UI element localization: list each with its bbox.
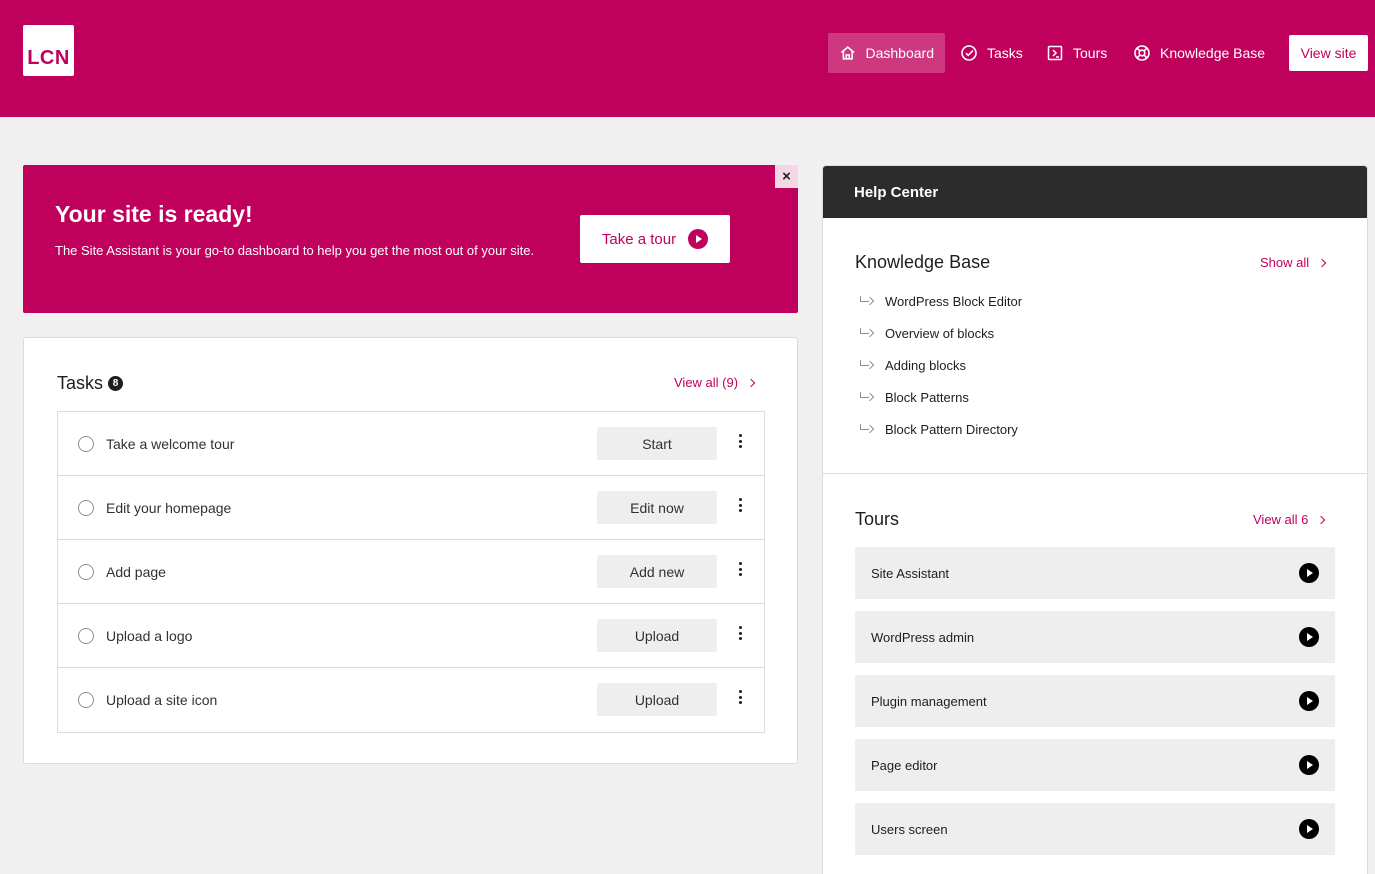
help-center-title: Help Center [823,166,1367,218]
kb-article-label: Block Pattern Directory [885,421,1018,437]
tour-label: Users screen [871,821,948,837]
task-checkbox[interactable] [78,564,94,580]
tour-label: WordPress admin [871,629,975,645]
task-row: Upload a site icon Upload [58,668,764,732]
return-arrow-icon [859,392,873,402]
task-label: Upload a logo [106,628,193,644]
task-label: Edit your homepage [106,500,232,516]
chevron-right-icon [1317,515,1326,524]
help-center-panel: Help Center Knowledge Base Show all Word… [822,165,1368,874]
tour-item[interactable]: WordPress admin [855,611,1335,663]
kb-article-label: WordPress Block Editor [885,293,1023,309]
home-icon [840,46,855,60]
tour-item[interactable]: Site Assistant [855,547,1335,599]
task-start-button[interactable]: Start [597,427,717,460]
play-circle-icon[interactable] [1299,627,1319,647]
task-upload-icon-button[interactable]: Upload [597,683,717,716]
tour-list: Site Assistant WordPress admin Plugin ma… [855,547,1335,867]
more-options-icon[interactable] [734,496,746,514]
kb-article-label: Adding blocks [885,357,966,373]
banner-text: The Site Assistant is your go-to dashboa… [55,243,535,258]
tour-item[interactable]: Plugin management [855,675,1335,727]
kb-article-link[interactable]: WordPress Block Editor [859,285,1022,317]
nav-tours[interactable]: Tours [1035,33,1118,73]
task-row: Add page Add new [58,540,764,604]
task-checkbox[interactable] [78,628,94,644]
task-list: Take a welcome tour Start Edit your home… [57,411,765,733]
nav-knowledge-base[interactable]: Knowledge Base [1122,33,1276,73]
chevron-right-icon [746,378,756,387]
banner-title: Your site is ready! [55,201,253,227]
play-circle-icon[interactable] [1299,819,1319,839]
tour-label: Plugin management [871,693,987,709]
nav-tours-label: Tours [1073,45,1108,61]
kb-article-link[interactable]: Adding blocks [859,349,1022,381]
site-logo[interactable]: LCN [23,25,74,76]
play-circle-icon[interactable] [1299,755,1319,775]
show-all-label: Show all [1260,255,1310,270]
play-circle-icon[interactable] [1299,563,1319,583]
view-site-button[interactable]: View site [1289,35,1368,71]
more-options-icon[interactable] [734,432,746,450]
welcome-banner: Your site is ready! The Site Assistant i… [23,165,798,313]
task-row: Edit your homepage Edit now [58,476,764,540]
tours-view-all-label: View all 6 [1253,512,1309,527]
task-checkbox[interactable] [78,436,94,452]
nav-dashboard-label: Dashboard [865,45,935,61]
tasks-view-all-link[interactable]: View all (9) [674,375,756,390]
play-circle-icon[interactable] [1299,691,1319,711]
kb-article-label: Overview of blocks [885,325,995,341]
task-label: Upload a site icon [106,692,218,708]
kb-article-link[interactable]: Block Patterns [859,381,1022,413]
task-add-new-button[interactable]: Add new [597,555,717,588]
return-arrow-icon [859,424,873,434]
kb-article-link[interactable]: Overview of blocks [859,317,1022,349]
tour-icon [1047,45,1063,61]
take-a-tour-label: Take a tour [601,230,677,248]
task-label: Take a welcome tour [106,436,235,452]
kb-article-link[interactable]: Block Pattern Directory [859,413,1022,445]
more-options-icon[interactable] [734,624,746,642]
close-banner-button[interactable]: × [775,165,798,188]
nav-knowledge-base-label: Knowledge Base [1160,45,1266,61]
top-bar: LCN Dashboard Tasks Tours Knowledge Base… [0,0,1375,117]
return-arrow-icon [859,296,873,306]
tasks-count-badge: 8 [108,376,124,391]
knowledge-base-title: Knowledge Base [855,252,991,272]
more-options-icon[interactable] [734,688,746,706]
tasks-heading: Tasks 8 [57,373,124,394]
task-checkbox[interactable] [78,500,94,516]
task-edit-now-button[interactable]: Edit now [597,491,717,524]
task-label: Add page [106,564,166,580]
check-circle-icon [961,45,977,61]
play-circle-icon [688,229,709,249]
tour-label: Page editor [871,757,938,773]
return-arrow-icon [859,360,873,370]
chevron-right-icon [1317,258,1327,267]
kb-article-label: Block Patterns [885,389,969,405]
return-arrow-icon [859,328,873,338]
task-upload-logo-button[interactable]: Upload [597,619,717,652]
nav-tasks[interactable]: Tasks [949,33,1034,73]
tasks-title: Tasks [57,373,104,393]
nav-dashboard[interactable]: Dashboard [828,33,945,73]
task-checkbox[interactable] [78,692,94,708]
lifebuoy-icon [1134,45,1150,61]
section-divider [823,473,1367,474]
tour-item[interactable]: Page editor [855,739,1335,791]
nav-tasks-label: Tasks [987,45,1023,61]
tasks-view-all-label: View all (9) [674,375,739,390]
task-row: Upload a logo Upload [58,604,764,668]
take-a-tour-button[interactable]: Take a tour [580,215,730,263]
knowledge-base-list: WordPress Block Editor Overview of block… [859,292,1022,452]
knowledge-base-show-all-link[interactable]: Show all [1260,255,1327,270]
task-row: Take a welcome tour Start [58,412,764,476]
tour-label: Site Assistant [871,565,950,581]
tours-title: Tours [855,509,900,529]
tours-view-all-link[interactable]: View all 6 [1253,512,1326,527]
more-options-icon[interactable] [734,560,746,578]
tasks-card: Tasks 8 View all (9) Take a welcome tour… [23,337,798,764]
tour-item[interactable]: Users screen [855,803,1335,855]
